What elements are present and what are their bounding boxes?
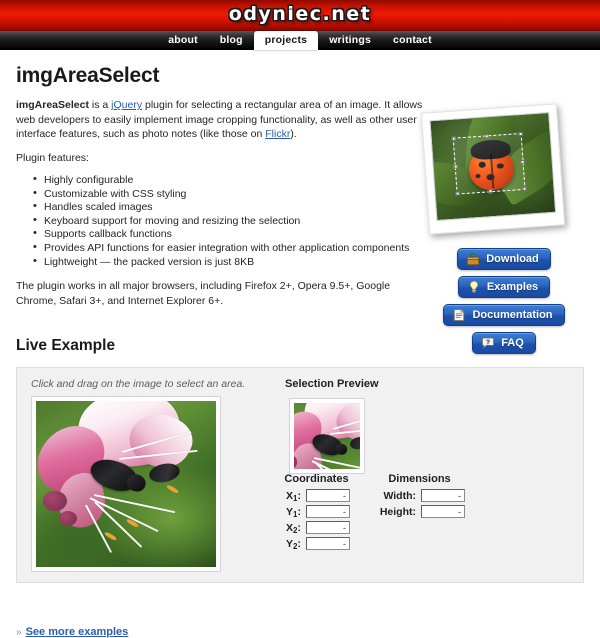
svg-text:?: ? (486, 339, 490, 346)
feature-item: Supports callback functions (42, 228, 424, 242)
x1-label: X1: (283, 490, 301, 502)
intro-text-3: ). (290, 128, 296, 140)
field-row-y1: Y1: (283, 505, 350, 518)
live-example-panel: Click and drag on the image to select an… (16, 367, 584, 583)
action-buttons: Download Examples Documentation ? FA (418, 248, 590, 354)
example-hint-text: Click and drag on the image to select an… (31, 378, 245, 390)
intro-text-1: is a (89, 99, 111, 111)
field-row-width: Width: (374, 489, 465, 502)
width-input[interactable] (421, 489, 465, 502)
intro-paragraph: imgAreaSelect is a jQuery plugin for sel… (16, 98, 424, 142)
resize-handle-sw[interactable] (456, 192, 460, 196)
field-row-x1: X1: (283, 489, 350, 502)
x2-label: X2: (283, 522, 301, 534)
example-image[interactable] (31, 396, 221, 572)
flickr-link[interactable]: Flickr (265, 128, 290, 140)
y1-label: Y1: (283, 506, 301, 518)
feature-item: Keyboard support for moving and resizing… (42, 215, 424, 229)
ladybug-photo (429, 112, 556, 221)
selection-values: Coordinates X1: Y1: X2: Y2: (283, 473, 465, 553)
jquery-link[interactable]: jQuery (111, 99, 142, 111)
nav-item-writings[interactable]: writings (318, 31, 382, 50)
main-navigation: about blog projects writings contact (0, 31, 600, 50)
see-more-examples-link[interactable]: See more examples (26, 626, 129, 638)
more-examples-row: » See more examples (16, 626, 128, 638)
flower-anther (104, 531, 117, 541)
nav-item-blog[interactable]: blog (209, 31, 254, 50)
selection-preview-label: Selection Preview (285, 378, 379, 390)
nav-item-projects[interactable]: projects (254, 31, 318, 50)
nav-item-about[interactable]: about (157, 31, 209, 50)
height-label: Height: (374, 506, 416, 518)
y2-label: Y2: (283, 538, 301, 550)
resize-handle-ne[interactable] (518, 132, 522, 136)
feature-item: Customizable with CSS styling (42, 188, 424, 202)
flower-bud (59, 511, 77, 526)
selection-rectangle[interactable] (453, 133, 525, 195)
feature-item: Lightweight — the packed version is just… (42, 256, 424, 270)
feature-item: Handles scaled images (42, 201, 424, 215)
flower-bud (43, 491, 66, 511)
y1-input[interactable] (306, 505, 350, 518)
question-bubble-icon: ? (481, 336, 495, 350)
nav-item-contact[interactable]: contact (382, 31, 443, 50)
resize-handle-w[interactable] (454, 164, 458, 168)
intro-lead: imgAreaSelect (16, 99, 89, 111)
download-button-label: Download (486, 253, 539, 265)
flower-photo (36, 401, 216, 567)
feature-item: Highly configurable (42, 174, 424, 188)
x2-input[interactable] (306, 521, 350, 534)
document-icon (452, 308, 466, 322)
intro-section: imgAreaSelect is a jQuery plugin for sel… (0, 88, 424, 308)
y2-input[interactable] (306, 537, 350, 550)
page-content: imgAreaSelect imgAreaSelect is a jQuery … (0, 50, 600, 583)
chevron-right-icon: » (16, 627, 22, 638)
x1-input[interactable] (306, 489, 350, 502)
site-logo[interactable]: odyniec.net (229, 3, 371, 25)
field-row-x2: X2: (283, 521, 350, 534)
coordinates-title: Coordinates (283, 473, 350, 485)
features-heading: Plugin features: (16, 151, 424, 166)
resize-handle-s[interactable] (489, 189, 493, 193)
dimensions-group: Dimensions Width: Height: (374, 473, 465, 553)
selection-preview-inner (294, 403, 360, 469)
download-button[interactable]: Download (457, 248, 551, 270)
documentation-button-label: Documentation (472, 309, 552, 321)
preview-flower-photo (294, 403, 360, 469)
features-list: Highly configurable Customizable with CS… (16, 174, 424, 269)
feature-item: Provides API functions for easier integr… (42, 242, 424, 256)
resize-handle-e[interactable] (520, 159, 524, 163)
package-icon (466, 252, 480, 266)
coordinates-group: Coordinates X1: Y1: X2: Y2: (283, 473, 350, 553)
field-row-y2: Y2: (283, 537, 350, 550)
selection-preview-image (289, 398, 365, 474)
ladybug-polaroid-photo (421, 103, 565, 234)
resize-handle-se[interactable] (522, 187, 526, 191)
faq-button-label: FAQ (501, 337, 524, 349)
height-input[interactable] (421, 505, 465, 518)
examples-button[interactable]: Examples (458, 276, 550, 298)
resize-handle-nw[interactable] (452, 136, 456, 140)
site-header: odyniec.net (0, 0, 600, 31)
lightbulb-icon (467, 280, 481, 294)
resize-handle-n[interactable] (485, 134, 489, 138)
examples-button-label: Examples (487, 281, 538, 293)
dimensions-title: Dimensions (374, 473, 465, 485)
faq-button[interactable]: ? FAQ (472, 332, 536, 354)
field-row-height: Height: (374, 505, 465, 518)
page-title: imgAreaSelect (0, 50, 600, 88)
documentation-button[interactable]: Documentation (443, 304, 564, 326)
width-label: Width: (374, 490, 416, 502)
selection-preview-column: Selection Preview (285, 378, 379, 474)
browser-support-text: The plugin works in all major browsers, … (16, 279, 424, 308)
flower-anther (165, 485, 178, 495)
